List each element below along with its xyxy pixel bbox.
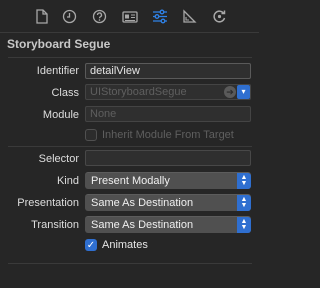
- module-divider: [8, 146, 252, 147]
- animates-checkbox-row[interactable]: ✓ Animates: [85, 238, 148, 252]
- kind-value: Present Modally: [91, 175, 170, 187]
- chevron-updown-icon: ▲ ▼: [237, 217, 251, 233]
- presentation-value: Same As Destination: [91, 197, 194, 209]
- attributes-sliders-icon[interactable]: [151, 8, 168, 25]
- help-question-icon[interactable]: [91, 8, 108, 25]
- module-label: Module: [42, 109, 79, 121]
- presentation-label: Presentation: [17, 197, 79, 209]
- class-label: Class: [51, 87, 79, 99]
- transition-label: Transition: [31, 219, 79, 231]
- chevron-down-icon[interactable]: ▾: [237, 85, 250, 99]
- chevron-updown-icon: ▲ ▼: [237, 173, 251, 189]
- animates-label: Animates: [102, 239, 148, 251]
- selector-field[interactable]: [85, 150, 251, 166]
- class-placeholder: UIStoryboardSegue: [90, 86, 187, 98]
- kind-popup[interactable]: Present Modally ▲ ▼: [85, 172, 251, 189]
- transition-value: Same As Destination: [91, 219, 194, 231]
- presentation-popup[interactable]: Same As Destination ▲ ▼: [85, 194, 251, 211]
- kind-label: Kind: [56, 175, 79, 187]
- inherit-module-label: Inherit Module From Target: [102, 129, 234, 141]
- size-ruler-icon[interactable]: [181, 8, 198, 25]
- identifier-field[interactable]: detailView: [85, 63, 251, 79]
- go-to-arrow-icon[interactable]: ➔: [224, 86, 236, 98]
- bottom-divider: [8, 263, 252, 264]
- selector-label: Selector: [38, 153, 79, 165]
- inherit-module-checkbox[interactable]: [85, 129, 97, 141]
- inspector-tab-bar: [0, 0, 259, 33]
- identity-card-icon[interactable]: [121, 8, 138, 25]
- transition-popup[interactable]: Same As Destination ▲ ▼: [85, 216, 251, 233]
- chevron-updown-icon: ▲ ▼: [237, 195, 251, 211]
- module-combo[interactable]: None: [85, 106, 251, 122]
- file-icon[interactable]: [33, 8, 50, 25]
- inherit-module-checkbox-row[interactable]: Inherit Module From Target: [85, 128, 234, 142]
- identifier-label: Identifier: [36, 65, 79, 77]
- section-divider: [8, 57, 252, 58]
- class-combo[interactable]: UIStoryboardSegue ➔ ▾: [85, 84, 251, 100]
- animates-checkbox[interactable]: ✓: [85, 239, 97, 251]
- history-clock-icon[interactable]: [61, 8, 78, 25]
- module-placeholder: None: [90, 108, 117, 120]
- connections-arrow-icon[interactable]: [211, 8, 228, 25]
- section-title: Storyboard Segue: [7, 37, 111, 51]
